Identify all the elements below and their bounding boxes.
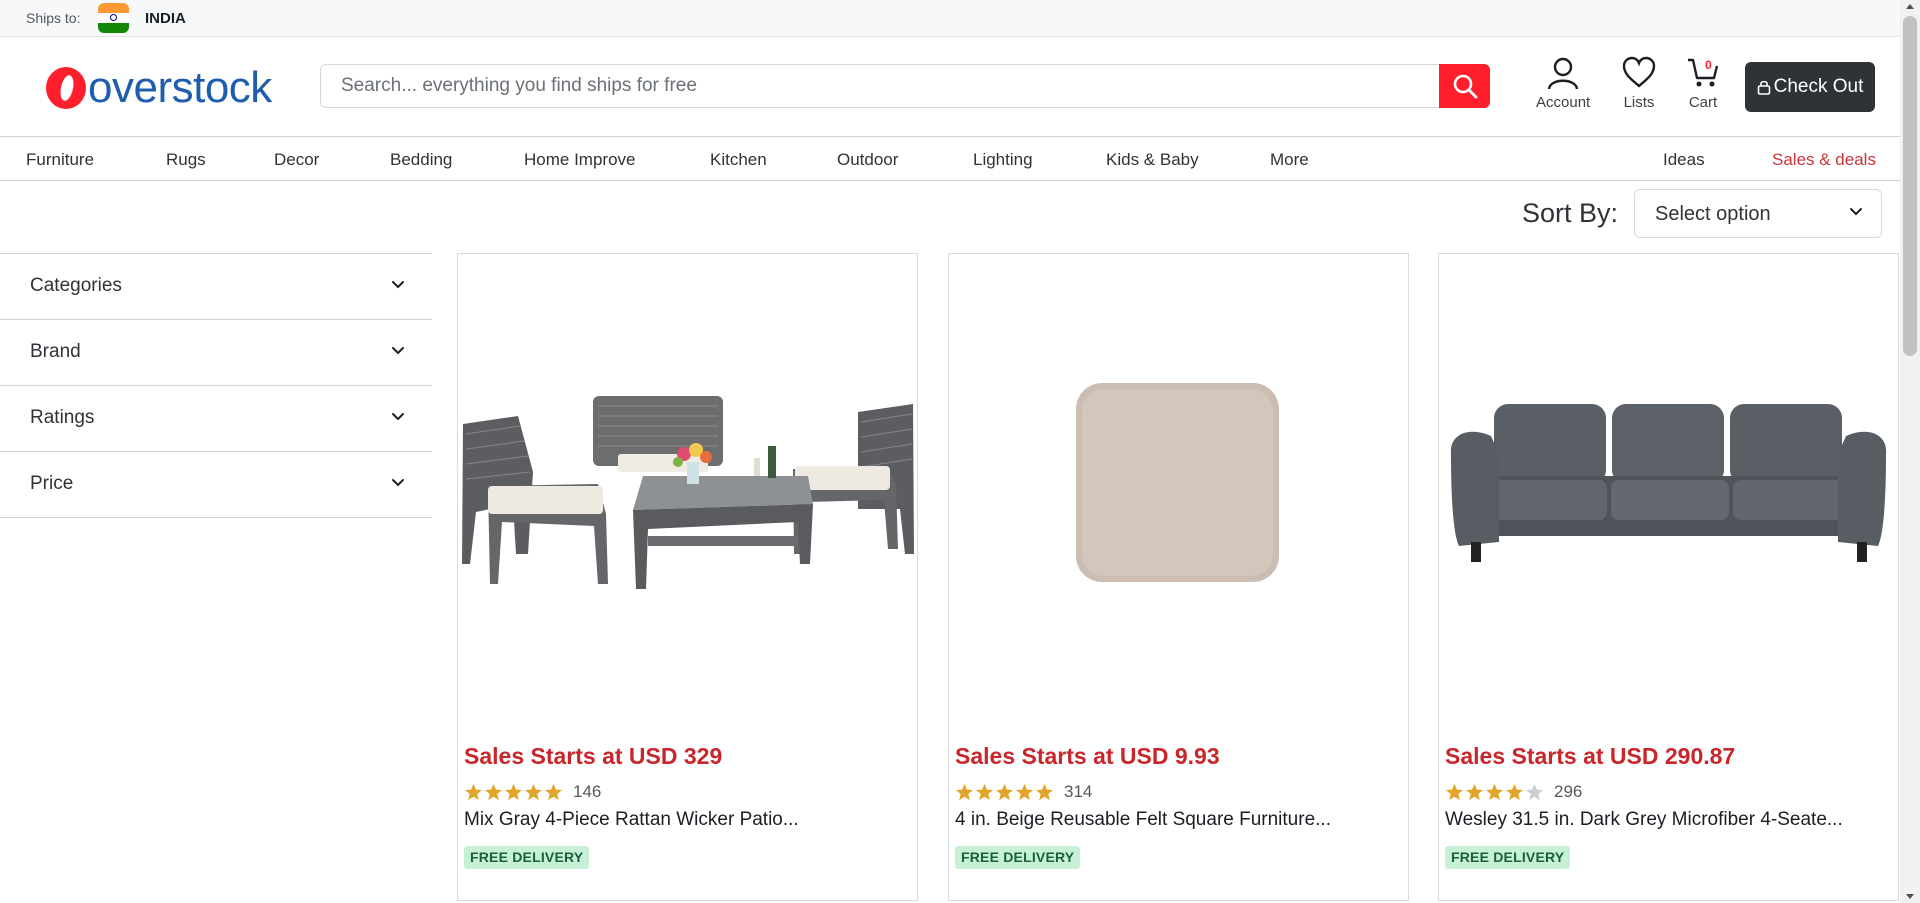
cart-button[interactable]: 0 Cart bbox=[1686, 56, 1720, 111]
logo-mark-icon bbox=[46, 67, 86, 109]
product-name[interactable]: Wesley 31.5 in. Dark Grey Microfiber 4-S… bbox=[1445, 809, 1895, 831]
scroll-up-icon[interactable] bbox=[1906, 4, 1914, 9]
page-scrollbar[interactable] bbox=[1900, 0, 1920, 903]
nav-item-kids-baby[interactable]: Kids & Baby bbox=[1106, 150, 1199, 170]
star-icon bbox=[975, 783, 994, 800]
chevron-down-icon bbox=[392, 281, 404, 289]
product-name[interactable]: 4 in. Beige Reusable Felt Square Furnitu… bbox=[955, 809, 1405, 831]
product-price: Sales Starts at USD 9.93 bbox=[955, 743, 1220, 769]
rating-stars: 296 bbox=[1445, 782, 1582, 802]
sort-select-value: Select option bbox=[1655, 203, 1771, 225]
filter-label: Brand bbox=[30, 341, 81, 362]
star-icon bbox=[464, 783, 483, 800]
product-price: Sales Starts at USD 329 bbox=[464, 743, 723, 769]
lock-icon bbox=[1757, 80, 1770, 95]
chevron-down-icon bbox=[392, 413, 404, 421]
rating-stars: 314 bbox=[955, 782, 1092, 802]
chevron-down-icon bbox=[392, 479, 404, 487]
product-image-felt-pad[interactable] bbox=[949, 254, 1408, 724]
search-bar bbox=[320, 64, 1490, 108]
nav-item-furniture[interactable]: Furniture bbox=[26, 150, 94, 170]
free-delivery-badge: FREE DELIVERY bbox=[464, 846, 590, 869]
category-nav: Furniture Rugs Decor Bedding Home Improv… bbox=[0, 138, 1900, 181]
nav-item-decor[interactable]: Decor bbox=[274, 150, 319, 170]
cart-icon bbox=[1688, 58, 1719, 87]
account-label: Account bbox=[1536, 94, 1591, 111]
review-count: 296 bbox=[1554, 782, 1583, 801]
lists-label: Lists bbox=[1623, 94, 1655, 111]
star-icon bbox=[1445, 783, 1464, 800]
search-button[interactable] bbox=[1439, 64, 1490, 108]
filter-ratings[interactable]: Ratings bbox=[0, 386, 432, 452]
star-icon bbox=[1485, 783, 1504, 800]
star-icon bbox=[1465, 783, 1484, 800]
star-icon bbox=[524, 783, 543, 800]
product-name[interactable]: Mix Gray 4-Piece Rattan Wicker Patio... bbox=[464, 809, 914, 831]
ships-to-country[interactable]: INDIA bbox=[145, 10, 186, 27]
review-count: 146 bbox=[573, 782, 602, 801]
free-delivery-badge: FREE DELIVERY bbox=[1445, 846, 1571, 869]
lists-button[interactable]: Lists bbox=[1622, 56, 1656, 111]
cart-count-badge: 0 bbox=[1705, 58, 1712, 72]
nav-item-kitchen[interactable]: Kitchen bbox=[710, 150, 767, 170]
star-icon bbox=[1035, 783, 1054, 800]
star-empty-icon bbox=[1525, 783, 1544, 800]
rating-stars: 146 bbox=[464, 782, 601, 802]
nav-item-ideas[interactable]: Ideas bbox=[1663, 150, 1705, 170]
product-image-sofa[interactable] bbox=[1439, 254, 1898, 724]
filter-brand[interactable]: Brand bbox=[0, 320, 432, 386]
user-icon bbox=[1547, 57, 1579, 90]
filter-label: Price bbox=[30, 473, 74, 494]
product-card[interactable]: Sales Starts at USD 9.93 314 4 in. Beige… bbox=[948, 253, 1409, 901]
account-button[interactable]: Account bbox=[1536, 56, 1590, 111]
star-icon bbox=[1015, 783, 1034, 800]
review-count: 314 bbox=[1064, 782, 1093, 801]
star-icon bbox=[484, 783, 503, 800]
heart-icon bbox=[1622, 56, 1656, 88]
nav-item-rugs[interactable]: Rugs bbox=[166, 150, 206, 170]
nav-item-more[interactable]: More bbox=[1270, 150, 1309, 170]
product-card[interactable]: Sales Starts at USD 329 146 Mix Gray 4-P… bbox=[457, 253, 918, 901]
ships-to-bar: Ships to: INDIA bbox=[0, 0, 1900, 37]
india-flag-icon[interactable] bbox=[98, 3, 129, 33]
filter-categories[interactable]: Categories bbox=[0, 254, 432, 320]
search-icon bbox=[1453, 74, 1477, 99]
chevron-down-icon bbox=[392, 347, 404, 355]
nav-item-sales-deals[interactable]: Sales & deals bbox=[1772, 150, 1876, 170]
filter-label: Categories bbox=[30, 275, 122, 296]
star-icon bbox=[955, 783, 974, 800]
nav-item-home-improve[interactable]: Home Improve bbox=[524, 150, 635, 170]
site-header: overstock Account Lists 0 Cart bbox=[0, 38, 1900, 137]
check-out-button[interactable]: Check Out bbox=[1745, 62, 1875, 112]
logo-text: overstock bbox=[88, 63, 272, 112]
ships-to-label: Ships to: bbox=[26, 10, 81, 26]
star-icon bbox=[544, 783, 563, 800]
filter-label: Ratings bbox=[30, 407, 95, 428]
search-input[interactable] bbox=[321, 65, 1439, 107]
sort-select[interactable]: Select option bbox=[1634, 189, 1882, 238]
star-icon bbox=[1505, 783, 1524, 800]
nav-item-outdoor[interactable]: Outdoor bbox=[837, 150, 898, 170]
nav-item-bedding[interactable]: Bedding bbox=[390, 150, 452, 170]
star-icon bbox=[995, 783, 1014, 800]
sort-by-label: Sort By: bbox=[1522, 198, 1619, 228]
nav-item-lighting[interactable]: Lighting bbox=[973, 150, 1033, 170]
free-delivery-badge: FREE DELIVERY bbox=[955, 846, 1081, 869]
cart-label: Cart bbox=[1688, 94, 1718, 111]
chevron-down-icon bbox=[1850, 208, 1862, 216]
product-card[interactable]: Sales Starts at USD 290.87 296 Wesley 31… bbox=[1438, 253, 1899, 901]
scrollbar-thumb[interactable] bbox=[1903, 16, 1917, 356]
filter-sidebar: Categories Brand Ratings Price bbox=[0, 253, 432, 518]
overstock-logo[interactable]: overstock bbox=[46, 66, 272, 110]
product-price: Sales Starts at USD 290.87 bbox=[1445, 743, 1736, 769]
check-out-label: Check Out bbox=[1773, 76, 1864, 97]
product-image-patio-set[interactable] bbox=[458, 254, 917, 724]
scroll-down-icon[interactable] bbox=[1906, 894, 1914, 899]
star-icon bbox=[504, 783, 523, 800]
filter-price[interactable]: Price bbox=[0, 452, 432, 518]
